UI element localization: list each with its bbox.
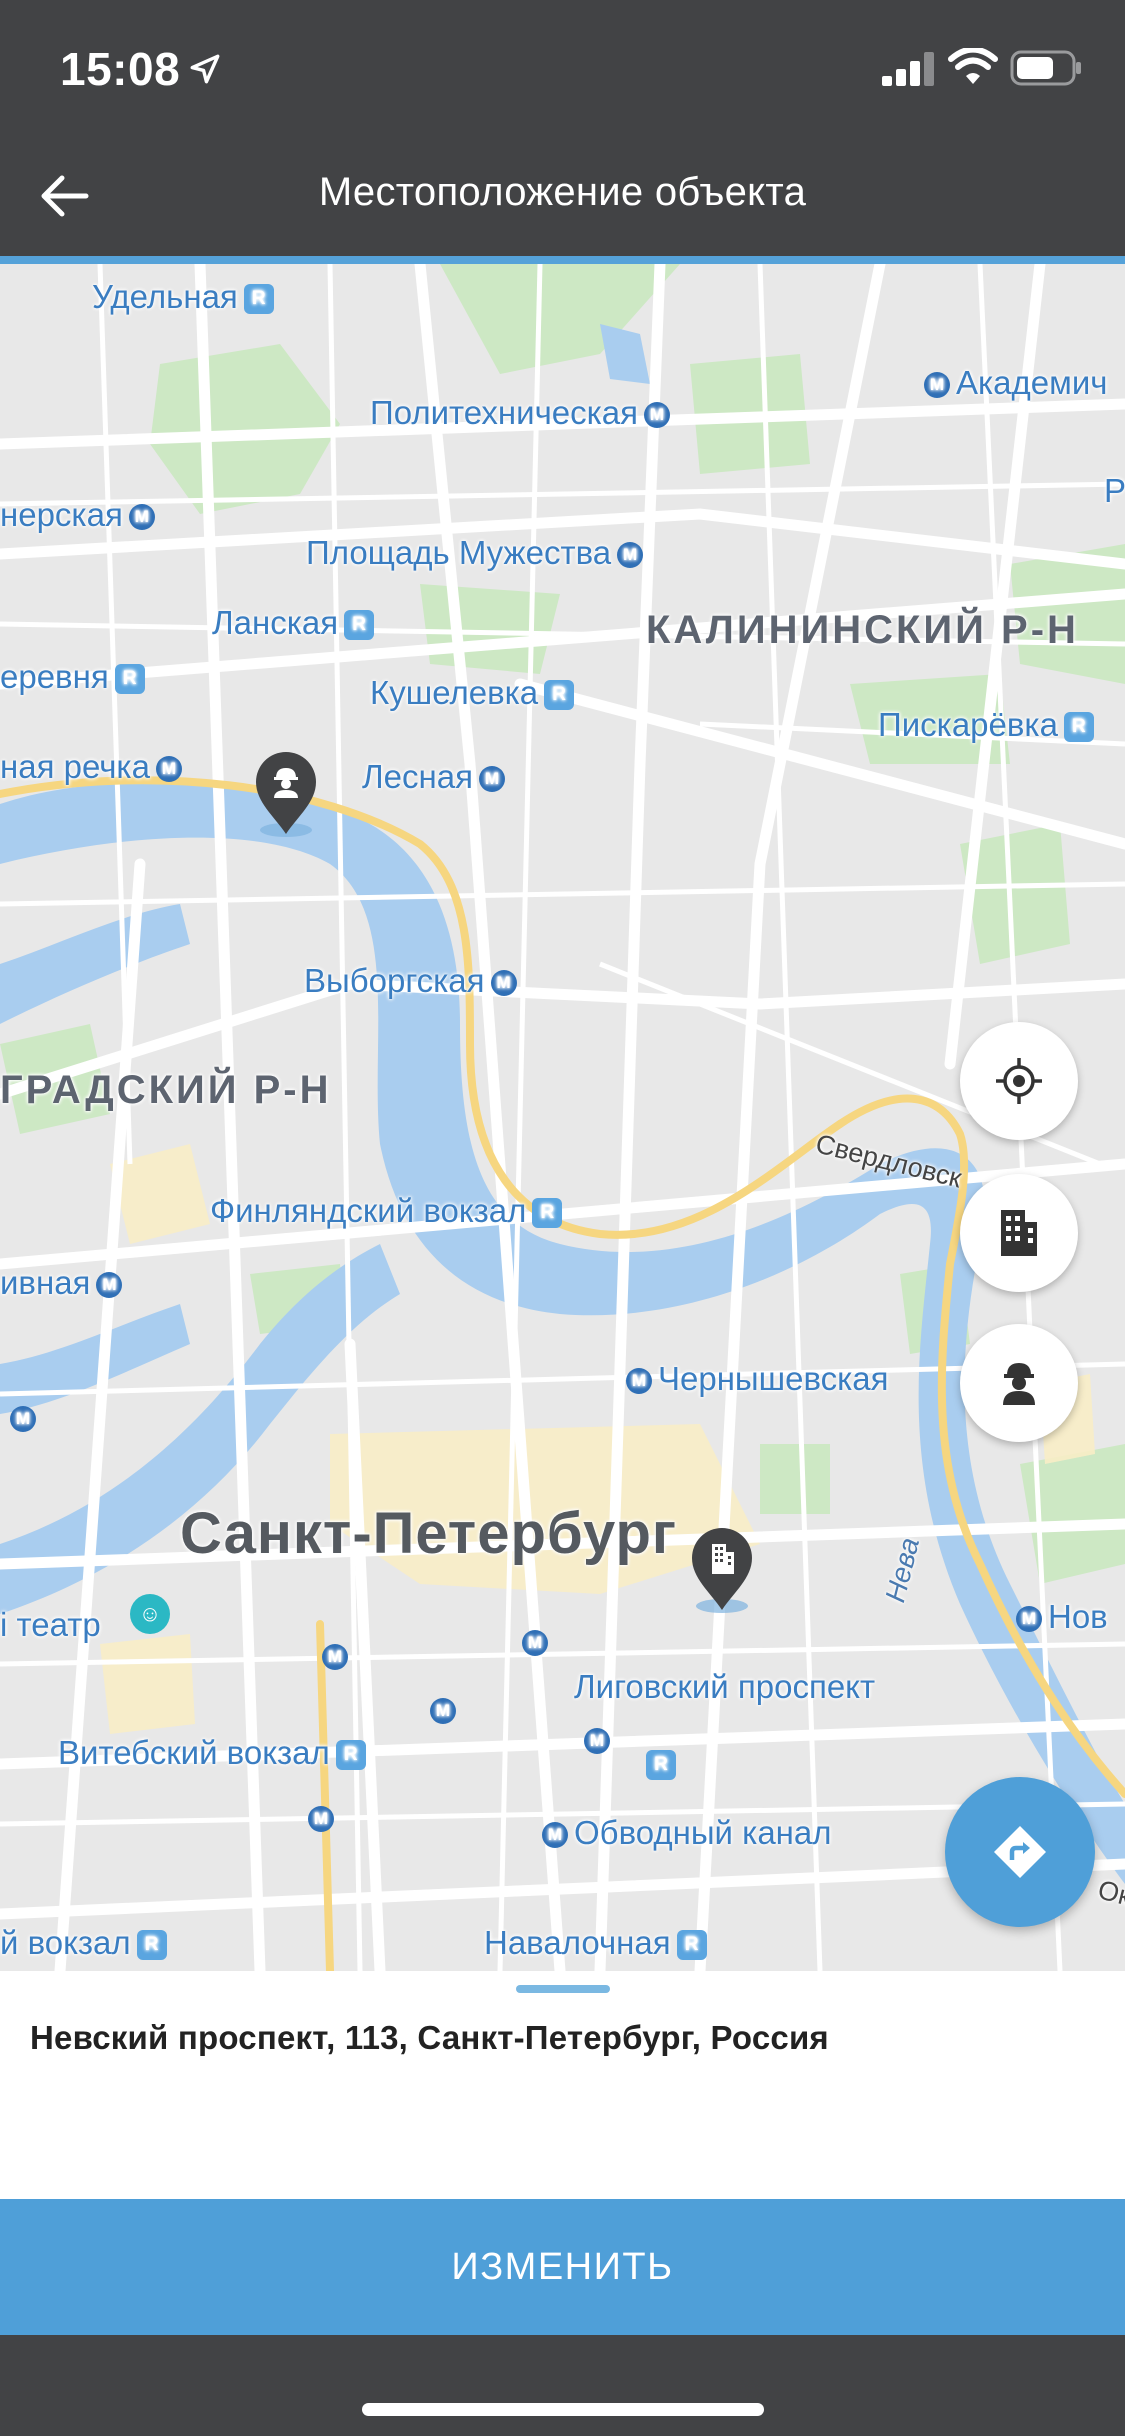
object-address: Невский проспект, 113, Санкт-Петербург, … [30, 2019, 829, 2056]
map-label-vitebsky: Витебский вокзал R [58, 1734, 372, 1772]
map-label-obvodny: M Обводный канал [536, 1814, 832, 1852]
worker-icon [1003, 1363, 1035, 1405]
home-indicator-area [0, 2335, 1125, 2436]
address-sheet[interactable]: Невский проспект, 113, Санкт-Петербург, … [0, 1971, 1125, 2199]
map-label-novo: M Нов [1010, 1598, 1108, 1636]
metro-marker: M [302, 1798, 340, 1836]
header-accent-line [0, 256, 1125, 264]
map-label-chernaya: нерская M [0, 496, 161, 534]
map-label-rechka: ная речка M [0, 748, 188, 786]
status-time: 15:08 [60, 43, 181, 95]
map-label-akademicheskaya: M Академич [918, 364, 1107, 402]
workers-filter-button[interactable] [960, 1324, 1078, 1442]
battery-icon [1010, 50, 1081, 86]
building-location-pin[interactable] [690, 1526, 754, 1614]
my-location-button[interactable] [960, 1022, 1078, 1140]
metro-marker: M [424, 1690, 462, 1728]
directions-icon [994, 1826, 1046, 1878]
app-header: Местоположение объекта [0, 134, 1125, 256]
metro-marker: M [516, 1622, 554, 1660]
map-label-chernyshevskaya: M Чернышевская [620, 1360, 889, 1398]
map-label-piskarevka: Пискарёвка R [878, 706, 1100, 744]
metro-marker: M [4, 1398, 42, 1436]
metro-marker: M [316, 1636, 354, 1674]
map-label-vokzal: й вокзал R [0, 1924, 173, 1962]
status-bar: 15:08 [0, 0, 1125, 134]
wifi-icon [948, 48, 998, 84]
map-label-finlyandsky: Финляндский вокзал R [210, 1192, 568, 1230]
change-button[interactable]: ИЗМЕНИТЬ [0, 2199, 1125, 2335]
home-indicator[interactable] [362, 2403, 764, 2416]
location-arrow-icon [190, 54, 220, 84]
map-label-r-edge: Р [1104, 472, 1125, 509]
map-label-kushelevka: Кушелевка R [370, 674, 580, 712]
crosshair-icon [996, 1058, 1042, 1104]
route-button[interactable] [945, 1777, 1095, 1927]
map-label-spb: Санкт-Петербург [180, 1501, 678, 1566]
map-label-teatr: і театр [0, 1606, 101, 1643]
map-tiles [0, 264, 1125, 1971]
rail-marker: R [640, 1744, 682, 1782]
map-label-udelnaya: Удельная R [92, 278, 280, 316]
objects-filter-button[interactable] [960, 1174, 1078, 1292]
map-label-lanskaya: Ланская R [212, 604, 380, 642]
cellular-signal-icon [882, 52, 934, 86]
map-label-navalochnaya: Навалочная R [484, 1924, 713, 1962]
sheet-drag-handle[interactable] [516, 1985, 610, 1993]
map-label-politekhnicheskaya: Политехническая M [370, 394, 676, 432]
map-label-derevnya: еревня R [0, 658, 151, 696]
theater-icon: ☺ [130, 1594, 170, 1634]
map-label-gradsky: ГРАДСКИЙ Р-Н [0, 1068, 332, 1112]
building-icon [1001, 1210, 1037, 1256]
page-title: Местоположение объекта [318, 170, 807, 214]
map-view[interactable]: Удельная R M Академич Политехническая M нер… [0, 264, 1125, 1971]
map-label-lesnaya: Лесная M [362, 758, 511, 796]
map-label-vnaya: ивная M [0, 1264, 128, 1302]
worker-location-pin[interactable] [254, 750, 318, 838]
metro-marker: M [578, 1720, 616, 1758]
map-label-ligovsky: Лиговский проспект [574, 1668, 876, 1705]
map-label-kalininsky: КАЛИНИНСКИЙ Р-Н [646, 608, 1079, 652]
map-label-ploshchad: Площадь Мужества M [306, 534, 649, 572]
map-label-vyborgskaya: Выборгская M [304, 962, 523, 1000]
